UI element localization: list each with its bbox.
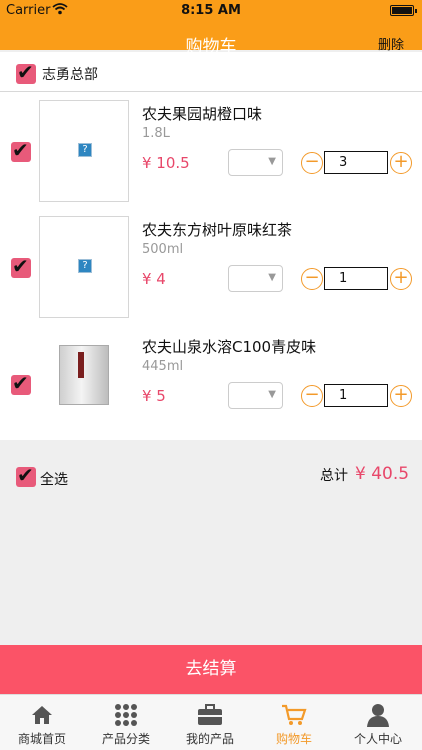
item-checkbox[interactable]: [11, 371, 31, 395]
product-image[interactable]: ?: [39, 216, 129, 318]
user-icon: [336, 702, 420, 728]
home-icon: [0, 702, 84, 728]
select-all-checkbox[interactable]: [16, 463, 36, 487]
product-name[interactable]: 农夫山泉水溶C100青皮味: [142, 336, 316, 357]
broken-image-icon: ?: [78, 143, 92, 157]
item-checkbox[interactable]: [11, 138, 31, 162]
tab-home[interactable]: 商城首页: [0, 695, 84, 750]
product-price: ¥ 10.5: [142, 154, 190, 172]
store-checkbox[interactable]: [16, 60, 36, 84]
decrease-button[interactable]: −: [301, 152, 323, 174]
nav-bar: 购物车 删除: [0, 22, 422, 57]
decrease-button[interactable]: −: [301, 268, 323, 290]
delete-button[interactable]: 删除: [378, 34, 404, 53]
quantity-field[interactable]: 3: [324, 151, 388, 174]
chevron-down-icon: ▼: [268, 389, 276, 400]
cart-summary: 全选 总计 ¥ 40.5: [0, 460, 422, 490]
decrease-button[interactable]: −: [301, 385, 323, 407]
store-header: 志勇总部: [0, 52, 422, 92]
tab-label: 商城首页: [17, 732, 66, 746]
quantity-field[interactable]: 1: [324, 384, 388, 407]
product-spec: 1.8L: [142, 126, 170, 141]
product-image[interactable]: ?: [39, 100, 129, 202]
product-price: ¥ 4: [142, 270, 166, 288]
store-name: 志勇总部: [42, 67, 98, 83]
tab-label: 购物车: [275, 732, 312, 746]
clock: 8:15 AM: [181, 3, 241, 18]
total-label: 总计: [320, 468, 348, 484]
tab-categories[interactable]: 产品分类: [84, 695, 168, 750]
tab-profile[interactable]: 个人中心: [336, 695, 420, 750]
option-select[interactable]: ▼: [228, 149, 283, 176]
tab-label: 个人中心: [353, 732, 402, 746]
increase-button[interactable]: +: [390, 268, 412, 290]
briefcase-icon: [168, 702, 252, 728]
quantity-field[interactable]: 1: [324, 267, 388, 290]
battery-icon: [390, 5, 417, 16]
option-select[interactable]: ▼: [228, 382, 283, 409]
product-name[interactable]: 农夫果园胡橙口味: [142, 103, 262, 124]
status-bar: Carrier 8:15 AM: [0, 0, 422, 22]
checkout-button[interactable]: 去结算: [0, 645, 422, 694]
item-checkbox[interactable]: [11, 254, 31, 278]
option-select[interactable]: ▼: [228, 265, 283, 292]
product-price: ¥ 5: [142, 387, 166, 405]
tab-cart[interactable]: 购物车: [252, 695, 336, 750]
product-spec: 500ml: [142, 242, 184, 257]
product-box-image: [59, 345, 109, 405]
increase-button[interactable]: +: [390, 385, 412, 407]
cart-item: 农夫山泉水溶C100青皮味 445ml ¥ 5 ▼ − 1 +: [0, 325, 422, 443]
chevron-down-icon: ▼: [268, 156, 276, 167]
product-spec: 445ml: [142, 359, 184, 374]
cart-icon: [252, 702, 336, 728]
tab-label: 我的产品: [185, 732, 234, 746]
chevron-down-icon: ▼: [268, 272, 276, 283]
total-value: ¥ 40.5: [355, 464, 410, 484]
grid-icon: [84, 702, 168, 728]
cart-item: ? 农夫东方树叶原味红茶 500ml ¥ 4 ▼ − 1 +: [0, 208, 422, 326]
product-name[interactable]: 农夫东方树叶原味红茶: [142, 219, 292, 240]
increase-button[interactable]: +: [390, 152, 412, 174]
tab-bar: 商城首页 产品分类 我的产品 购物车 个人中心: [0, 694, 422, 750]
cart-item: ? 农夫果园胡橙口味 1.8L ¥ 10.5 ▼ − 3 +: [0, 92, 422, 210]
product-image[interactable]: [39, 333, 129, 435]
broken-image-icon: ?: [78, 259, 92, 273]
tab-my-products[interactable]: 我的产品: [168, 695, 252, 750]
tab-label: 产品分类: [101, 732, 150, 746]
cart-list: ? 农夫果园胡橙口味 1.8L ¥ 10.5 ▼ − 3 + ? 农夫东方树叶原…: [0, 92, 422, 440]
select-all-label[interactable]: 全选: [40, 469, 68, 489]
